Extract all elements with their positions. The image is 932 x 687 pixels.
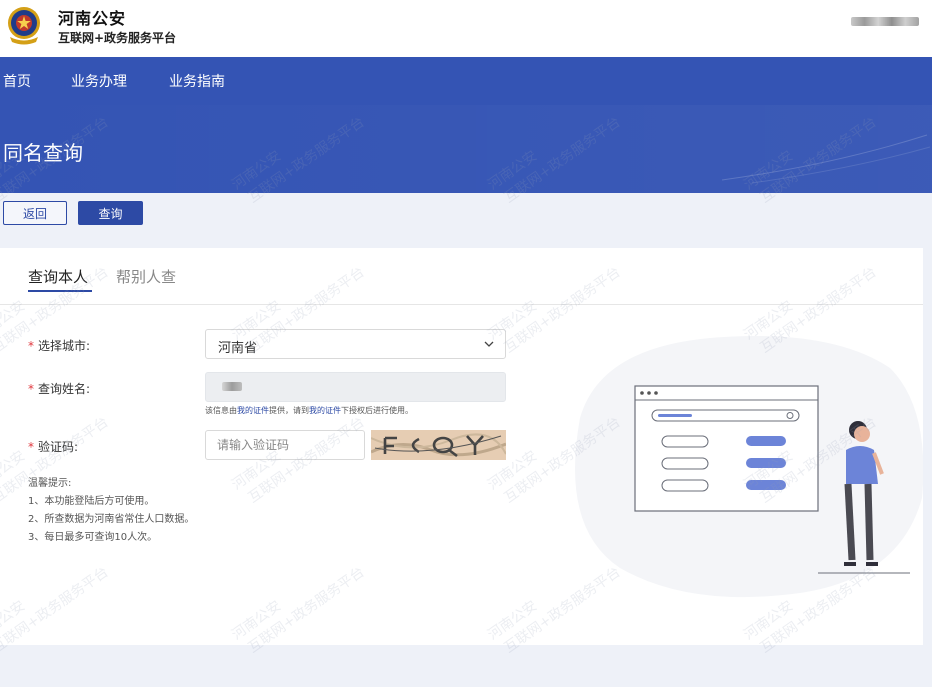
- captcha-input[interactable]: [205, 430, 365, 460]
- tip-line: 2、所查数据为河南省常住人口数据。: [28, 514, 195, 525]
- required-mark: *: [28, 382, 34, 396]
- nav-item-business[interactable]: 业务办理: [71, 71, 127, 91]
- city-select[interactable]: 河南省: [205, 329, 506, 359]
- tips: 温馨提示: 1、本功能登陆后方可使用。 2、所查数据为河南省常住人口数据。 3、…: [28, 475, 194, 547]
- nav-item-guide[interactable]: 业务指南: [169, 71, 225, 91]
- city-label: * 选择城市:: [28, 339, 91, 353]
- back-button[interactable]: 返回: [3, 201, 67, 225]
- active-tab-indicator: [28, 290, 92, 292]
- required-mark: *: [28, 339, 34, 353]
- police-emblem-icon[interactable]: [4, 4, 44, 46]
- name-hint: 该信息由我的证件提供，请到我的证件下授权后进行使用。: [205, 406, 413, 415]
- user-account-blurred[interactable]: [851, 17, 919, 26]
- my-documents-link[interactable]: 我的证件: [237, 406, 269, 415]
- tab-query-others[interactable]: 帮别人查: [116, 266, 176, 287]
- top-header: 河南公安 互联网+政务服务平台: [0, 0, 932, 57]
- chevron-down-icon: [484, 341, 494, 347]
- required-mark: *: [28, 440, 34, 454]
- captcha-label: * 验证码:: [28, 440, 79, 454]
- form-illustration: [575, 336, 923, 598]
- site-name: 河南公安: [58, 9, 127, 28]
- city-select-value: 河南省: [218, 341, 258, 356]
- tip-line: 3、每日最多可查询10人次。: [28, 532, 158, 543]
- page-title: 同名查询: [3, 141, 83, 165]
- captcha-image[interactable]: [371, 430, 506, 460]
- main-nav: 首页 业务办理 业务指南: [0, 57, 932, 105]
- tab-query-self[interactable]: 查询本人: [28, 266, 88, 287]
- site-subtitle: 互联网+政务服务平台: [58, 31, 177, 45]
- page-banner: 同名查询: [0, 105, 932, 193]
- nav-item-home[interactable]: 首页: [3, 71, 31, 91]
- banner-decoration: [721, 134, 931, 184]
- tips-title: 温馨提示:: [28, 478, 72, 489]
- my-documents-link-2[interactable]: 我的证件: [309, 406, 341, 415]
- name-label: * 查询姓名:: [28, 382, 91, 396]
- tabs-divider: [0, 304, 923, 305]
- name-field-readonly: [205, 372, 506, 402]
- query-button[interactable]: 查询: [78, 201, 143, 225]
- query-card: 查询本人 帮别人查 * 选择城市: 河南省 * 查询姓名: 该信息由我的证件提供，请…: [0, 248, 923, 645]
- tip-line: 1、本功能登陆后方可使用。: [28, 496, 155, 507]
- name-value-blurred: [222, 382, 242, 391]
